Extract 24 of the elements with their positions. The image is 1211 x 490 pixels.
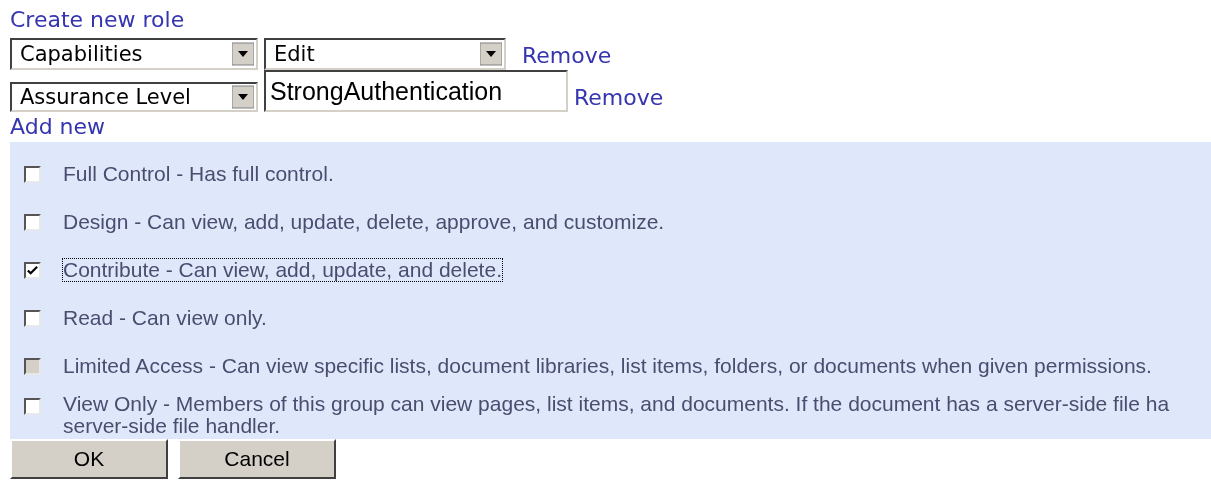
permission-label[interactable]: Read - Can view only.: [62, 306, 268, 330]
checkbox[interactable]: [24, 309, 41, 327]
add-new-link[interactable]: Add new: [10, 112, 106, 142]
dropdown-arrow-icon: [480, 42, 502, 66]
value-field[interactable]: StrongAuthentication: [264, 70, 568, 112]
cancel-button[interactable]: Cancel: [178, 439, 336, 479]
remove-link[interactable]: Remove: [522, 42, 612, 70]
field-dropdown[interactable]: Assurance Level: [10, 82, 258, 112]
checkbox[interactable]: [24, 261, 41, 279]
checkbox[interactable]: [24, 165, 41, 183]
permission-label[interactable]: View Only - Members of this group can view pages, list items, and documents. If the document has a server-side file ha server-side file handler.: [62, 392, 1171, 438]
dropdown-arrow-icon: [232, 85, 254, 109]
dropdown-arrow-icon: [232, 42, 254, 66]
checkbox[interactable]: [24, 213, 41, 231]
ok-button[interactable]: OK: [10, 439, 168, 479]
create-role-link[interactable]: Create new role: [10, 6, 185, 34]
value-dropdown[interactable]: Edit: [264, 38, 506, 70]
permission-label[interactable]: Design - Can view, add, update, delete, approve, and customize.: [62, 210, 666, 234]
permission-label[interactable]: Contribute - Can view, add, update, and delete.: [62, 258, 503, 282]
remove-link[interactable]: Remove: [574, 84, 664, 112]
checkmark-icon: [26, 263, 39, 277]
permission-label[interactable]: Full Control - Has full control.: [62, 162, 335, 186]
checkbox[interactable]: [24, 398, 41, 415]
field-dropdown[interactable]: Capabilities: [10, 38, 258, 70]
